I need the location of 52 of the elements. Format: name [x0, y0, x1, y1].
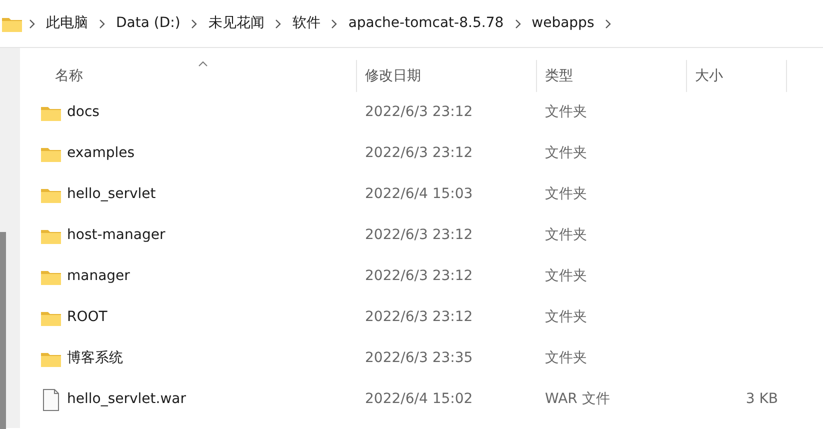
- modified-date: 2022/6/3 23:35: [365, 350, 473, 366]
- file-name[interactable]: manager: [67, 266, 130, 287]
- folder-icon: [41, 186, 61, 202]
- file-type: 文件夹: [545, 268, 587, 284]
- modified-date: 2022/6/3 23:12: [365, 104, 473, 120]
- column-header[interactable]: 大小: [687, 60, 787, 92]
- file-name[interactable]: hello_servlet: [67, 184, 156, 205]
- file-type: 文件夹: [545, 227, 587, 243]
- file-name[interactable]: ROOT: [67, 307, 108, 328]
- breadcrumb-item[interactable]: 此电脑: [42, 13, 92, 34]
- file-type: WAR 文件: [545, 391, 610, 407]
- folder-icon: [41, 228, 61, 244]
- file-name[interactable]: host-manager: [67, 225, 166, 246]
- folder-icon: [41, 146, 61, 162]
- chevron-icon: [28, 18, 36, 28]
- breadcrumb-item[interactable]: apache-tomcat-8.5.78: [344, 13, 508, 34]
- file-name[interactable]: examples: [67, 143, 135, 164]
- breadcrumb-item[interactable]: webapps: [528, 13, 598, 34]
- modified-date: 2022/6/4 15:03: [365, 186, 473, 202]
- modified-date: 2022/6/3 23:12: [365, 227, 473, 243]
- file-type: 文件夹: [545, 309, 587, 325]
- chevron-icon: [98, 18, 106, 28]
- file-name[interactable]: hello_servlet.war: [67, 389, 186, 410]
- breadcrumb-item[interactable]: 未见花闻: [204, 13, 268, 34]
- chevron-icon: [604, 18, 612, 28]
- file-name[interactable]: 博客系统: [67, 348, 123, 369]
- folder-icon: [41, 350, 61, 366]
- file-type: 文件夹: [545, 350, 587, 366]
- folder-icon: [41, 104, 61, 120]
- modified-date: 2022/6/3 23:12: [365, 145, 473, 161]
- chevron-icon: [190, 18, 198, 28]
- file-type: 文件夹: [545, 186, 587, 202]
- chevron-icon: [330, 18, 338, 28]
- chevron-icon: [274, 18, 282, 28]
- chevron-icon: [514, 18, 522, 28]
- folder-icon: [41, 268, 61, 284]
- file-type: 文件夹: [545, 104, 587, 120]
- modified-date: 2022/6/3 23:12: [365, 309, 473, 325]
- folder-icon: [41, 310, 61, 326]
- breadcrumb-item[interactable]: 软件: [288, 13, 324, 34]
- file-size: 3 KB: [746, 391, 778, 407]
- file-icon: [41, 388, 61, 410]
- modified-date: 2022/6/4 15:02: [365, 391, 473, 407]
- file-name[interactable]: docs: [67, 102, 100, 123]
- breadcrumb-item[interactable]: Data (D:): [112, 13, 184, 34]
- file-type: 文件夹: [545, 145, 587, 161]
- folder-icon: [2, 16, 22, 32]
- modified-date: 2022/6/3 23:12: [365, 268, 473, 284]
- column-header[interactable]: 类型: [537, 60, 687, 92]
- column-header[interactable]: 名称: [20, 60, 357, 92]
- scrollbar-thumb[interactable]: [0, 232, 6, 429]
- column-header[interactable]: 修改日期: [357, 60, 537, 92]
